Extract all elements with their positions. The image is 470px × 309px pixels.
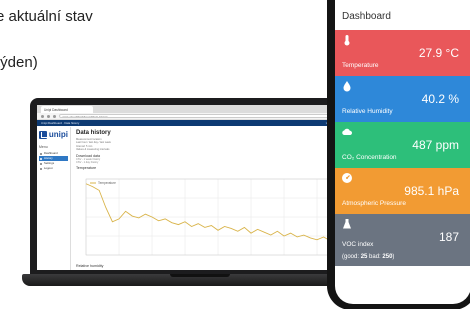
temperature-label: Temperature	[342, 62, 379, 69]
humidity-label: Relative Humidity	[342, 108, 393, 115]
page-title: Data history	[76, 130, 111, 136]
intro-line-1: e aktuální stav	[0, 8, 93, 25]
humidity-card[interactable]: 40.2 % Relative Humidity	[335, 76, 470, 122]
legend-label: Temperature	[98, 181, 116, 185]
browser-toolbar: unipi-cloud/dashboard/data-history	[37, 113, 363, 120]
browser-tab-bar: Unipi Dashboard	[37, 105, 363, 113]
phone-device: Dashboard 27.9 °C Temperature 40.2 % Rel…	[327, 0, 470, 309]
phone-screen: Dashboard 27.9 °C Temperature 40.2 % Rel…	[335, 0, 470, 304]
app-header: Unipi Dashboard · Data history Unipi.tec…	[37, 120, 363, 126]
humidity-section-title: Relative humidity	[76, 264, 104, 268]
co2-card[interactable]: 487 ppm CO₂ Concentration	[335, 122, 470, 168]
forward-icon[interactable]	[47, 114, 50, 118]
cloud-icon	[342, 128, 353, 135]
laptop-screen: Unipi Dashboard unipi-cloud/dashboard/da…	[37, 105, 363, 270]
address-bar[interactable]: unipi-cloud/dashboard/data-history	[59, 113, 359, 119]
temperature-card[interactable]: 27.9 °C Temperature	[335, 30, 470, 76]
laptop-device: Unipi Dashboard unipi-cloud/dashboard/da…	[22, 98, 377, 298]
humidity-value: 40.2 %	[421, 92, 459, 106]
voc-range-suffix: )	[392, 254, 395, 260]
temperature-value: 27.9 °C	[418, 46, 459, 60]
laptop-notch	[170, 274, 230, 277]
back-icon[interactable]	[41, 114, 44, 118]
gauge-icon	[342, 173, 352, 183]
unipi-logo[interactable]: unipi	[39, 130, 68, 139]
co2-label: CO₂ Concentration	[342, 154, 397, 161]
temperature-chart: Temperature	[85, 178, 351, 256]
thermometer-icon	[344, 35, 350, 46]
reload-icon[interactable]	[53, 114, 56, 118]
unipi-logo-icon	[39, 130, 48, 139]
voc-label: VOC index	[342, 241, 374, 248]
logo-text: unipi	[48, 130, 68, 139]
flask-icon	[343, 219, 351, 229]
intro-line-3: týden)	[0, 54, 38, 71]
pressure-card[interactable]: 985.1 hPa Atmospheric Pressure	[335, 168, 470, 214]
app-header-left: Unipi Dashboard · Data history	[41, 121, 80, 125]
laptop-lid: Unipi Dashboard unipi-cloud/dashboard/da…	[30, 98, 370, 276]
sidebar-section-title: Menu	[39, 145, 48, 149]
marketing-composite: e aktuální stav týden) Unipi Dashboard u…	[0, 0, 470, 309]
dashboard-title: Dashboard	[342, 11, 391, 22]
sidebar: unipi Menu Dashboard History Settings Lo…	[37, 127, 71, 270]
main-content: Data history Measurement location Last h…	[71, 127, 363, 270]
voc-card[interactable]: 187 VOC index (good: 25 bad: 250)	[335, 214, 470, 266]
browser-tab[interactable]: Unipi Dashboard	[41, 106, 93, 113]
download-link-day[interactable]: CSV - 1 day history	[76, 161, 358, 164]
pressure-value: 985.1 hPa	[404, 184, 459, 198]
temperature-section-title: Temperature	[76, 166, 97, 171]
voc-range-bad: 250	[382, 254, 393, 260]
voc-range: (good: 25 bad: 250)	[342, 254, 394, 260]
pressure-label: Atmospheric Pressure	[342, 200, 406, 207]
co2-value: 487 ppm	[412, 138, 459, 152]
sidebar-item-logout[interactable]: Logout	[39, 166, 68, 171]
voc-value: 187	[438, 230, 459, 244]
voc-range-prefix: (good:	[342, 254, 361, 260]
app-body: unipi Menu Dashboard History Settings Lo…	[37, 127, 363, 270]
meta-line: Values & measuring intervals	[76, 148, 110, 152]
voc-range-mid: bad:	[367, 254, 383, 260]
water-drop-icon	[343, 81, 351, 92]
